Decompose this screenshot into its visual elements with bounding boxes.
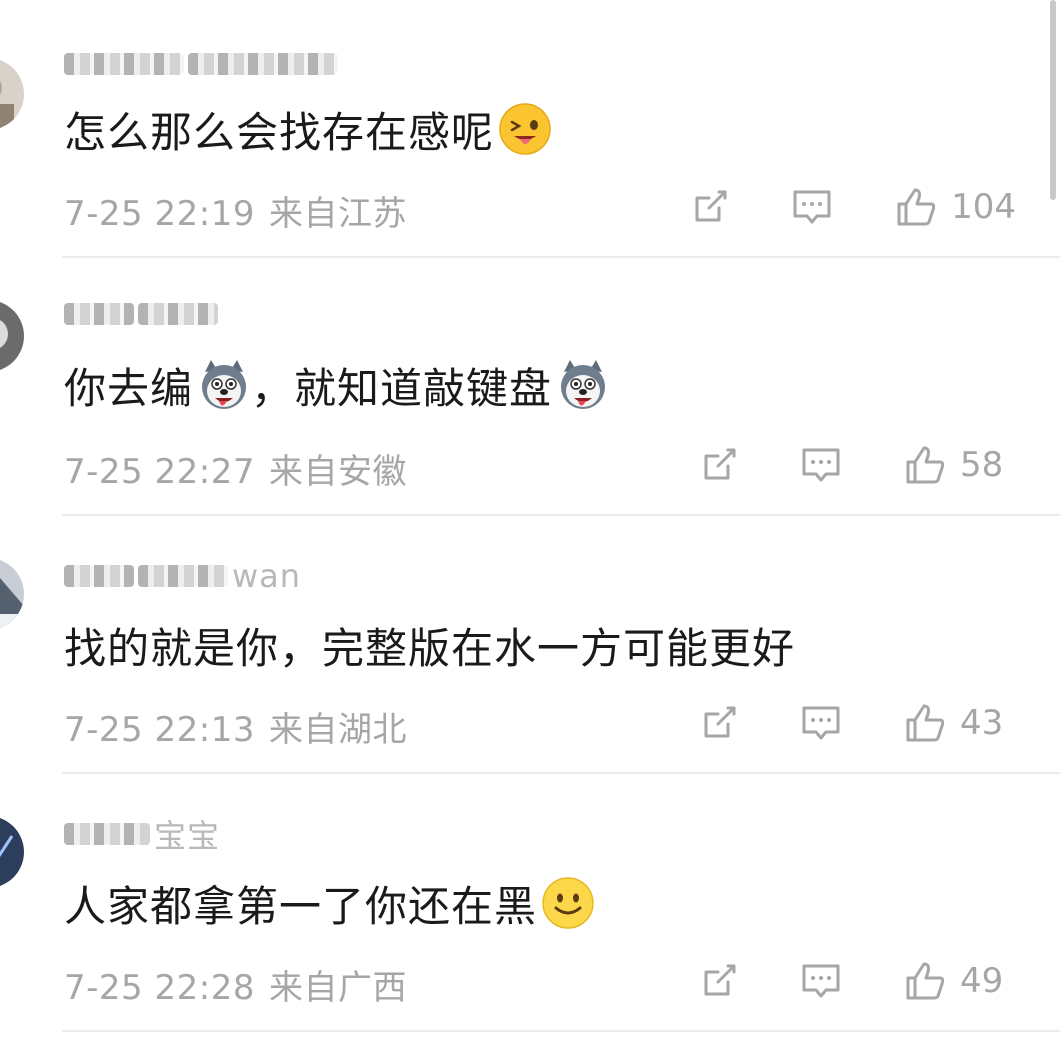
smile-emoji [542,877,594,929]
comment-meta: 7-25 22:27 来自安徽 [64,444,407,493]
thumbs-up-icon[interactable] [904,960,946,1002]
like-count: 43 [960,703,1004,743]
avatar[interactable] [0,300,24,372]
comment-icon[interactable] [800,702,842,744]
share-icon[interactable] [689,186,731,228]
thumbs-up-icon[interactable] [904,444,946,486]
comment-meta: 7-25 22:19 来自江苏 [64,186,407,235]
comment-item: 你去编 ，就知道敲键盘 7-25 22:27 来自安徽 58 [0,258,1060,516]
comment-icon[interactable] [791,186,833,228]
husky-emoji [202,360,247,409]
share-icon[interactable] [698,444,740,486]
avatar[interactable] [0,58,24,130]
husky-emoji [561,360,606,409]
username[interactable]: 宝宝 [64,814,220,855]
comment-actions: 104 [689,186,1016,228]
like-count: 49 [960,961,1004,1001]
comment-text: 你去编 ，就知道敲键盘 [64,356,610,414]
comment-time: 7-25 22:19 [64,194,255,234]
comment-actions: 43 [698,702,1016,744]
comment-icon[interactable] [800,960,842,1002]
divider [62,1030,1060,1032]
comment-text: 怎么那么会找存在感呢 [64,100,552,158]
share-icon[interactable] [698,960,740,1002]
like-count: 58 [960,445,1004,485]
comment-time: 7-25 22:13 [64,710,255,750]
avatar[interactable] [0,816,24,888]
comment-location: 来自江苏 [268,194,407,234]
thumbs-up-icon[interactable] [895,186,937,228]
comment-meta: 7-25 22:13 来自湖北 [64,702,407,751]
comment-time: 7-25 22:28 [64,968,255,1008]
comment-meta: 7-25 22:28 来自广西 [64,960,407,1009]
comment-location: 来自安徽 [268,452,407,492]
comment-item: 怎么那么会找存在感呢 7-25 22:19 来自江苏 104 [0,0,1060,258]
username[interactable] [64,294,222,334]
comment-item: wan 找的就是你，完整版在水一方可能更好 7-25 22:13 来自湖北 43 [0,516,1060,774]
like-count: 104 [951,187,1016,227]
wink-tongue-emoji [499,103,551,155]
scrollbar[interactable] [1050,0,1056,200]
username[interactable]: wan [64,556,301,596]
comment-location: 来自广西 [268,968,407,1008]
share-icon[interactable] [698,702,740,744]
thumbs-up-icon[interactable] [904,702,946,744]
comment-icon[interactable] [800,444,842,486]
comment-actions: 58 [698,444,1016,486]
comment-item: 宝宝 人家都拿第一了你还在黑 7-25 22:28 来自广西 49 [0,774,1060,1032]
avatar[interactable] [0,558,24,630]
comment-time: 7-25 22:27 [64,452,255,492]
comment-location: 来自湖北 [268,710,407,750]
comment-text: 人家都拿第一了你还在黑 [64,874,595,932]
comment-actions: 49 [698,960,1016,1002]
comment-text: 找的就是你，完整版在水一方可能更好 [64,623,796,673]
username[interactable] [64,44,342,84]
